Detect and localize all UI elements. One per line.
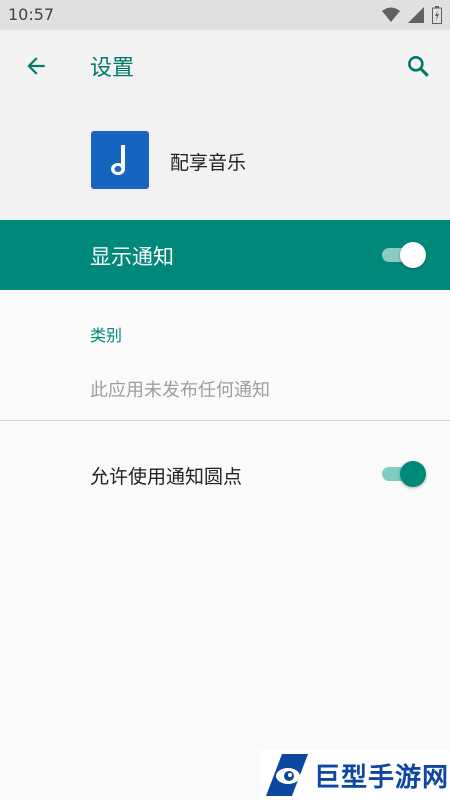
app-name: 配享音乐 bbox=[170, 152, 247, 174]
battery-icon bbox=[432, 6, 442, 24]
watermark-text: 巨型手游网 bbox=[314, 762, 450, 793]
app-header: 配享音乐 bbox=[0, 102, 450, 220]
toggle-thumb bbox=[400, 461, 426, 487]
notification-dots-row[interactable]: 允许使用通知圆点 bbox=[0, 421, 450, 527]
categories-section: 类别 此应用未发布任何通知 bbox=[0, 290, 450, 420]
show-notifications-row[interactable]: 显示通知 bbox=[0, 220, 450, 290]
search-icon[interactable] bbox=[402, 50, 434, 82]
watermark: 巨型手游网 bbox=[260, 750, 450, 800]
arrow-back-icon[interactable] bbox=[20, 50, 52, 82]
watermark-logo-icon bbox=[266, 754, 308, 796]
notification-dots-toggle[interactable] bbox=[382, 461, 428, 487]
status-bar: 10:57 bbox=[0, 0, 450, 30]
wifi-icon bbox=[382, 7, 400, 22]
categories-title: 类别 bbox=[90, 326, 123, 345]
page-title: 设置 bbox=[90, 56, 135, 81]
notification-dots-label: 允许使用通知圆点 bbox=[90, 466, 243, 488]
show-notifications-label: 显示通知 bbox=[90, 245, 174, 269]
status-time: 10:57 bbox=[8, 5, 55, 24]
toggle-thumb bbox=[400, 242, 426, 268]
status-icons bbox=[382, 6, 442, 24]
toolbar: 设置 bbox=[0, 30, 450, 102]
signal-icon bbox=[408, 7, 424, 23]
categories-empty-text: 此应用未发布任何通知 bbox=[90, 380, 270, 401]
show-notifications-toggle[interactable] bbox=[382, 242, 428, 268]
music-note-icon bbox=[91, 131, 149, 189]
